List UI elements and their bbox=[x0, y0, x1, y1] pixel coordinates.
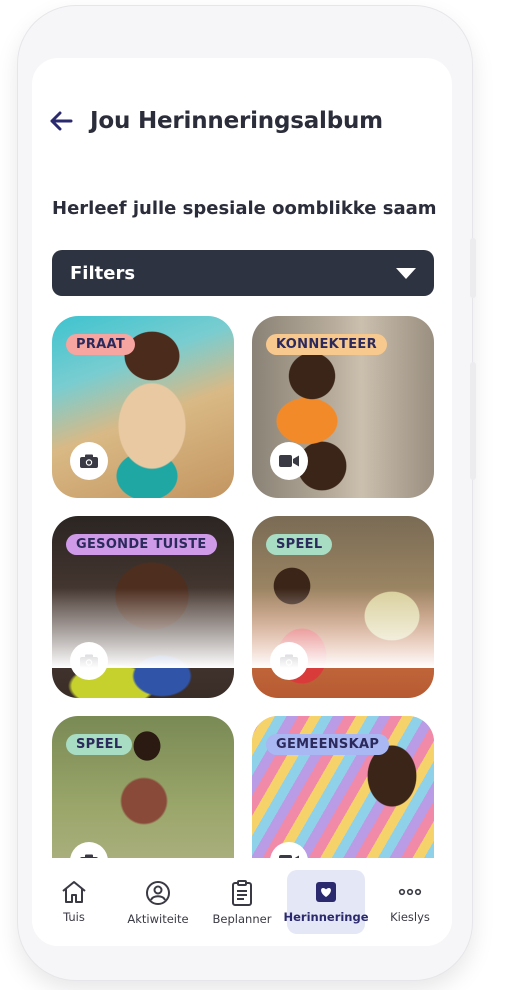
chevron-down-icon bbox=[396, 267, 416, 279]
nav-label: Herinneringe bbox=[283, 910, 369, 924]
filters-label: Filters bbox=[70, 262, 136, 284]
nav-label: Kieslys bbox=[390, 910, 430, 924]
page-subtitle: Herleef julle spesiale oomblikke saam bbox=[52, 198, 437, 219]
filters-dropdown[interactable]: Filters bbox=[52, 250, 434, 296]
phone-side-button bbox=[470, 362, 476, 480]
memories-heart-icon bbox=[316, 882, 336, 902]
nav-item-beplanner[interactable]: Beplanner bbox=[203, 870, 281, 934]
header: Jou Herinneringsalbum bbox=[48, 108, 383, 134]
video-button[interactable] bbox=[270, 442, 308, 480]
nav-item-kieslys[interactable]: Kieslys bbox=[371, 870, 449, 934]
arrow-left-icon bbox=[50, 111, 73, 131]
nav-label: Beplanner bbox=[212, 912, 272, 926]
activities-icon bbox=[146, 881, 170, 905]
back-button[interactable] bbox=[48, 108, 74, 134]
more-dots-icon bbox=[398, 888, 422, 896]
nav-item-herinneringe[interactable]: Herinneringe bbox=[283, 870, 369, 934]
video-icon bbox=[279, 455, 299, 467]
bottom-navigation: Tuis Aktiwiteite Beplanner Herinneringe … bbox=[32, 858, 452, 946]
memory-card[interactable]: KONNEKTEER bbox=[252, 316, 434, 498]
camera-icon bbox=[80, 454, 98, 468]
page-title: Jou Herinneringsalbum bbox=[90, 108, 383, 134]
phone-side-button bbox=[470, 238, 476, 298]
clipboard-icon bbox=[232, 880, 252, 906]
nav-item-aktiwiteite[interactable]: Aktiwiteite bbox=[119, 870, 197, 934]
memory-tag: SPEEL bbox=[266, 534, 333, 555]
memory-card[interactable]: PRAAT bbox=[52, 316, 234, 498]
memory-tag: PRAAT bbox=[66, 334, 136, 355]
memory-tag: GESONDE TUISTE bbox=[66, 534, 217, 555]
camera-button[interactable] bbox=[70, 442, 108, 480]
app-screen: Jou Herinneringsalbum Herleef julle spes… bbox=[32, 58, 452, 946]
scroll-fade bbox=[32, 588, 452, 668]
nav-label: Aktiwiteite bbox=[127, 912, 189, 926]
nav-item-tuis[interactable]: Tuis bbox=[35, 870, 113, 934]
nav-label: Tuis bbox=[63, 910, 85, 924]
memory-tag: GEMEENSKAP bbox=[266, 734, 390, 755]
memory-tag: KONNEKTEER bbox=[266, 334, 387, 355]
memory-tag: SPEEL bbox=[66, 734, 133, 755]
home-icon bbox=[62, 881, 86, 903]
